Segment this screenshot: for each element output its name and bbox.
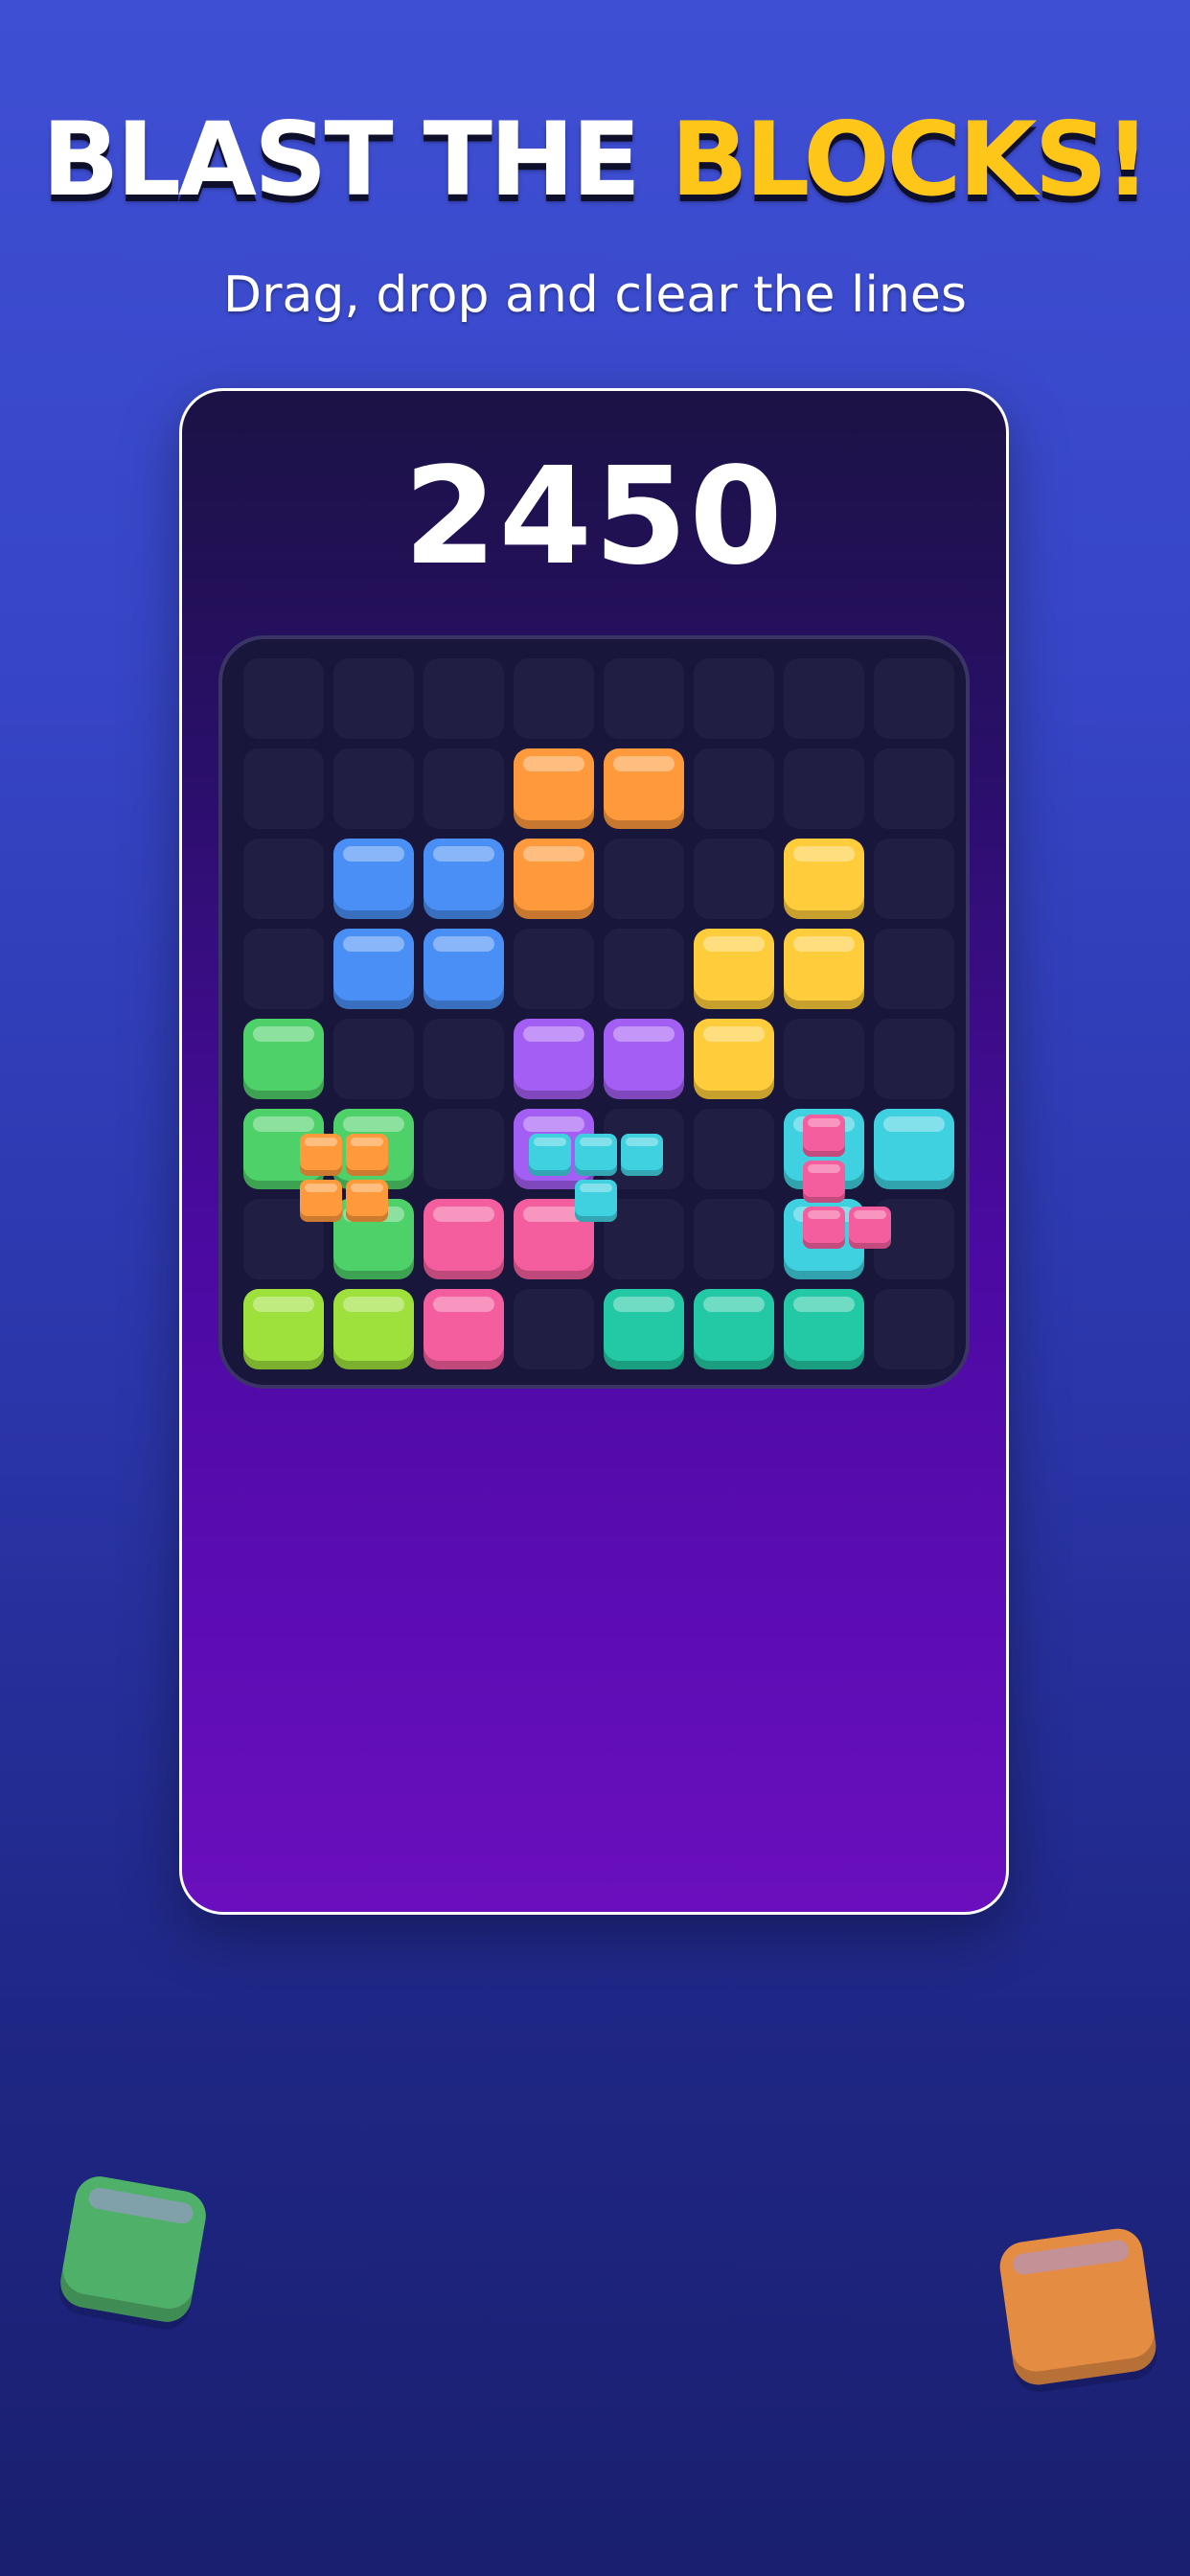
block-cell-yellow [784, 929, 864, 1009]
empty-cell [243, 929, 324, 1009]
l-piece-block [849, 1207, 891, 1249]
square-piece-block [346, 1134, 388, 1176]
empty-cell [694, 748, 774, 829]
square-piece-block [300, 1180, 342, 1222]
l-piece-block [803, 1207, 845, 1249]
block-cell-yellow [694, 1019, 774, 1099]
empty-cell [604, 658, 684, 739]
empty-cell [694, 658, 774, 739]
block-cell-yellow [784, 839, 864, 919]
empty-cell [874, 1019, 954, 1099]
t-piece-block [529, 1134, 571, 1176]
block-cell-pink [423, 1199, 504, 1279]
empty-cell [874, 748, 954, 829]
game-screen: 2450 [179, 388, 1009, 1915]
empty-cell [874, 1289, 954, 1369]
score-display: 2450 [403, 439, 785, 595]
game-board [218, 635, 970, 1389]
block-cell-yellow [694, 929, 774, 1009]
empty-cell [514, 929, 594, 1009]
t-piece-block [575, 1180, 617, 1222]
block-cell-blue [333, 839, 414, 919]
empty-cell [243, 748, 324, 829]
block-cell-green [243, 1019, 324, 1099]
empty-cell [333, 748, 414, 829]
empty-cell [874, 658, 954, 739]
square-piece-block [346, 1180, 388, 1222]
empty-cell [423, 1109, 504, 1189]
empty-cell [333, 1019, 414, 1099]
empty-cell [423, 1019, 504, 1099]
block-cell-teal [694, 1289, 774, 1369]
empty-cell [423, 658, 504, 739]
subtitle: Drag, drop and clear the lines [223, 266, 967, 324]
empty-cell [784, 748, 864, 829]
floating-green-block [57, 2173, 210, 2326]
l-piece-block [803, 1161, 845, 1203]
block-cell-purple [604, 1019, 684, 1099]
block-cell-pink [423, 1289, 504, 1369]
board-grid [243, 658, 960, 1375]
empty-cell [604, 839, 684, 919]
empty-cell [423, 748, 504, 829]
empty-cell [243, 658, 324, 739]
empty-cell [514, 658, 594, 739]
block-cell-orange [604, 748, 684, 829]
empty-cell [874, 839, 954, 919]
empty-cell [243, 839, 324, 919]
l-piece-block [803, 1115, 845, 1157]
empty-cell [784, 658, 864, 739]
empty-cell [694, 1109, 774, 1189]
empty-cell [333, 658, 414, 739]
block-cell-lime [243, 1289, 324, 1369]
floating-orange-block [996, 2225, 1159, 2388]
block-cell-cyan [874, 1109, 954, 1189]
empty-cell [874, 929, 954, 1009]
t-piece-block [575, 1134, 617, 1176]
block-cell-blue [333, 929, 414, 1009]
block-cell-lime [333, 1289, 414, 1369]
block-cell-blue [423, 839, 504, 919]
block-cell-teal [784, 1289, 864, 1369]
headline-accent: BLOCKS! [670, 101, 1151, 218]
empty-cell [694, 1199, 774, 1279]
block-cell-orange [514, 839, 594, 919]
block-cell-orange [514, 748, 594, 829]
square-piece-block [300, 1134, 342, 1176]
block-cell-teal [604, 1289, 684, 1369]
block-cell-blue [423, 929, 504, 1009]
headline-text: BLAST THE [41, 101, 671, 218]
t-piece-block [621, 1134, 663, 1176]
empty-cell [604, 929, 684, 1009]
empty-cell [694, 839, 774, 919]
block-cell-purple [514, 1019, 594, 1099]
empty-cell [514, 1289, 594, 1369]
headline: BLAST THE BLOCKS! [0, 101, 1190, 218]
empty-cell [784, 1019, 864, 1099]
piece-tray [182, 1115, 1006, 1828]
